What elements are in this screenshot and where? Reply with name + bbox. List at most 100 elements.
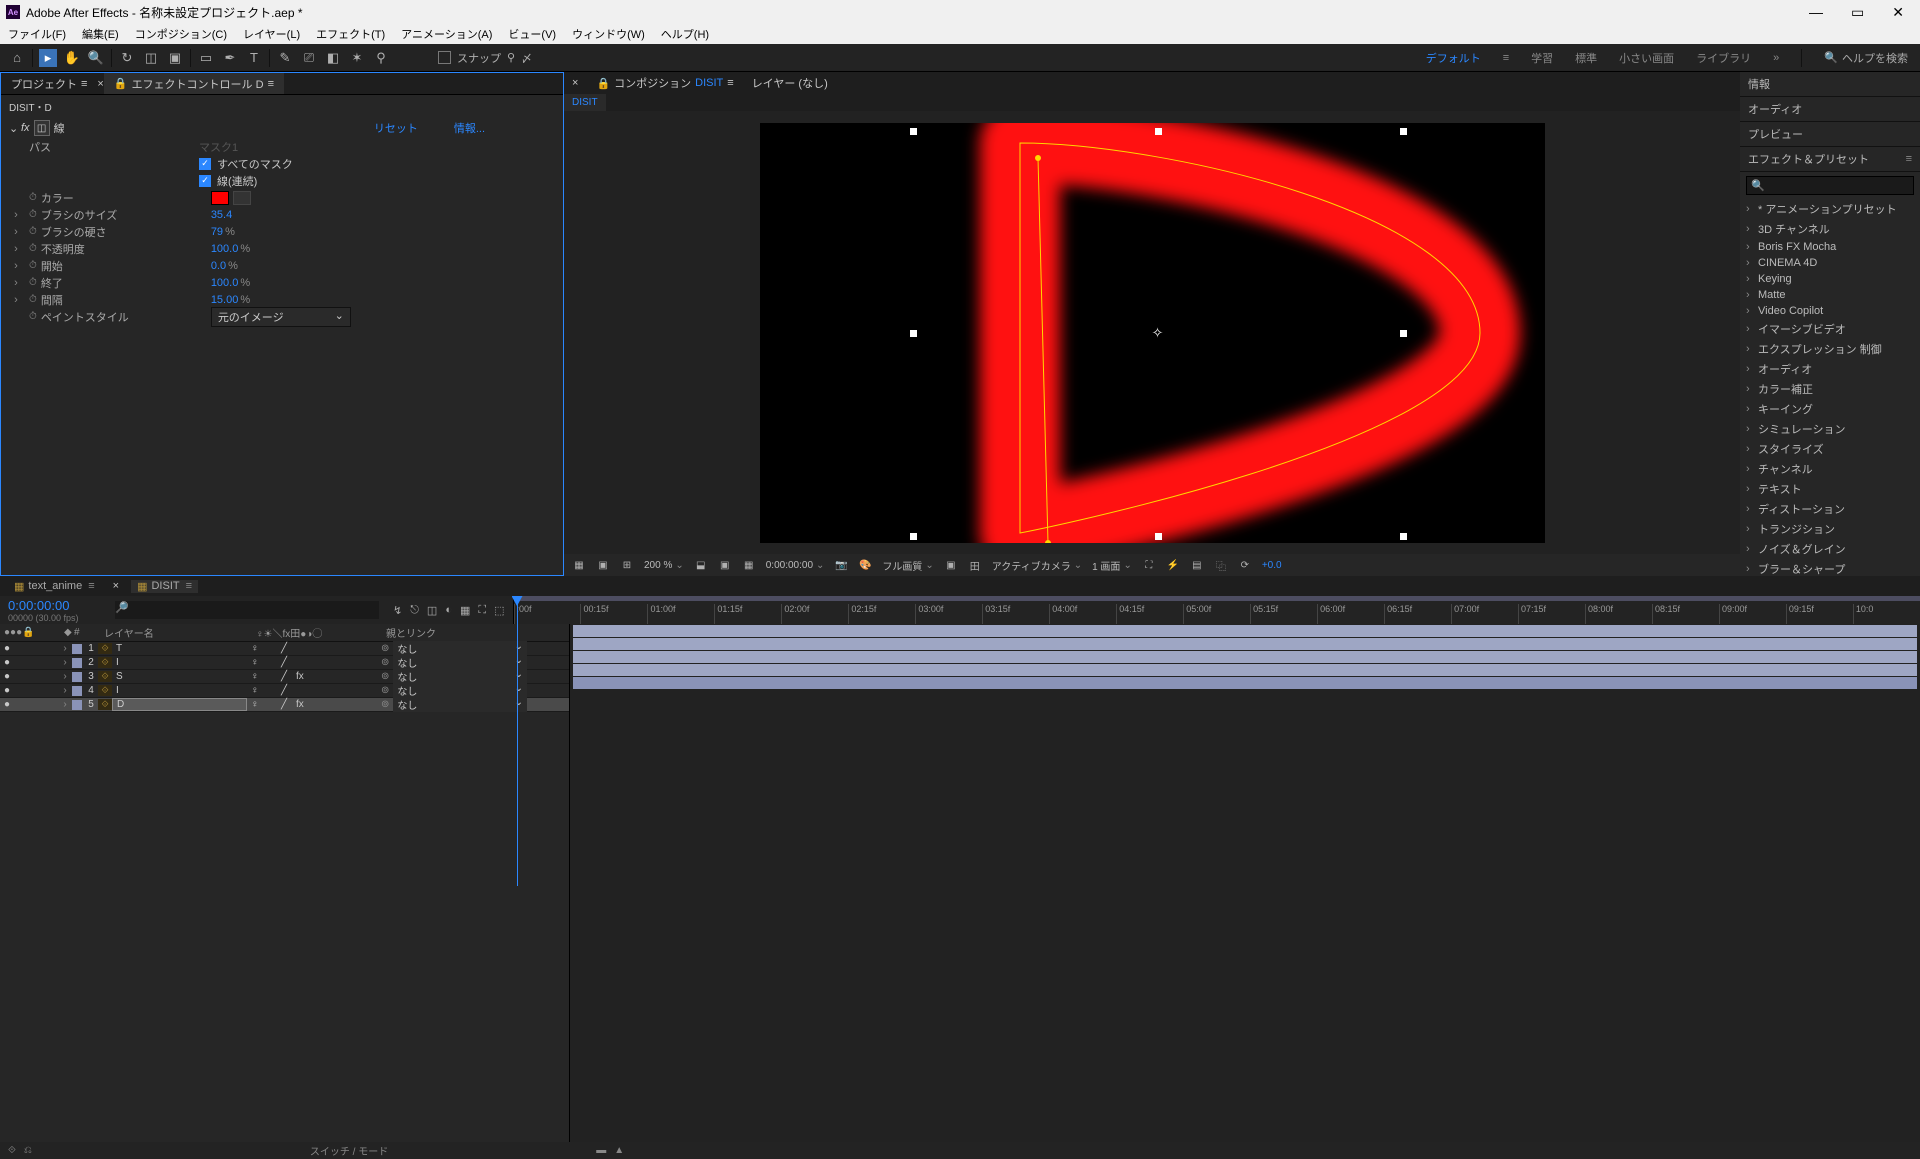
workspace-tab[interactable]: ライブラリ xyxy=(1696,50,1751,66)
layer-switches[interactable]: ♀╱ xyxy=(247,657,377,668)
visibility-toggle-icon[interactable]: ● xyxy=(0,657,14,668)
disclosure-icon[interactable]: › xyxy=(1746,241,1754,253)
disclosure-icon[interactable]: › xyxy=(1746,503,1754,515)
pickwhip-icon[interactable]: ⊚ xyxy=(381,699,389,710)
visibility-toggle-icon[interactable]: ● xyxy=(0,699,14,710)
snap-checkbox[interactable] xyxy=(438,51,451,64)
ruler-tick[interactable]: :00f xyxy=(514,604,581,624)
effects-category[interactable]: テキスト xyxy=(1758,481,1802,497)
transparency-icon[interactable]: ▦ xyxy=(742,560,756,571)
zoom-tool-icon[interactable]: 🔍 xyxy=(87,49,105,67)
prop-value[interactable]: 0.0 xyxy=(211,260,238,272)
mask-toggle-icon[interactable]: ▣ xyxy=(596,560,610,571)
hand-tool-icon[interactable]: ✋ xyxy=(63,49,81,67)
tab-effect-controls[interactable]: 🔒 エフェクトコントロール D≡ xyxy=(104,73,284,94)
menu-item[interactable]: エフェクト(T) xyxy=(312,26,389,42)
shy-icon[interactable]: ⎋ xyxy=(410,604,419,617)
layer-name[interactable]: I xyxy=(112,685,247,696)
stopwatch-icon[interactable]: ⏱ xyxy=(29,226,37,237)
clone-tool-icon[interactable]: ⎚ xyxy=(300,49,318,67)
pickwhip-icon[interactable]: ⊚ xyxy=(381,685,389,696)
flowchart-icon[interactable]: ⿻ xyxy=(1214,558,1228,573)
window-close-button[interactable]: ✕ xyxy=(1892,4,1904,21)
effects-category[interactable]: CINEMA 4D xyxy=(1758,257,1817,269)
effects-category[interactable]: エクスプレッション 制御 xyxy=(1758,341,1882,357)
disclosure-icon[interactable]: › xyxy=(1746,343,1754,355)
pan-camera-tool-icon[interactable]: ◫ xyxy=(142,49,160,67)
lock-icon[interactable]: 🔒 xyxy=(596,77,610,90)
disclosure-icon[interactable]: › xyxy=(11,260,21,272)
layer-switches[interactable]: ♀╱ xyxy=(247,643,377,654)
workspace-menu-icon[interactable]: ≡ xyxy=(1503,52,1509,64)
disclosure-icon[interactable]: › xyxy=(1746,403,1754,415)
rect-tool-icon[interactable]: ▭ xyxy=(197,49,215,67)
effects-category[interactable]: シミュレーション xyxy=(1758,421,1846,437)
disclosure-icon[interactable]: › xyxy=(1746,223,1754,235)
effects-presets-header[interactable]: エフェクト＆プリセット≡ xyxy=(1740,147,1920,172)
motion-blur-icon[interactable]: ◐ xyxy=(445,604,452,616)
anchor-point-icon[interactable]: ✧ xyxy=(1152,324,1164,341)
disclosure-icon[interactable]: › xyxy=(1746,203,1754,215)
effects-category[interactable]: 3D チャンネル xyxy=(1758,221,1830,237)
disclosure-icon[interactable]: › xyxy=(1746,463,1754,475)
window-minimize-button[interactable]: — xyxy=(1809,4,1823,21)
stopwatch-icon[interactable]: ⏱ xyxy=(29,192,37,203)
disclosure-icon[interactable]: › xyxy=(11,243,21,255)
info-link[interactable]: 情報... xyxy=(454,120,485,136)
3d-view-icon[interactable]: 田 xyxy=(968,558,982,573)
puppet-tool-icon[interactable]: ⚲ xyxy=(372,49,390,67)
view-layout-icon[interactable]: ▣ xyxy=(944,560,958,571)
fx-badge-icon[interactable]: fx xyxy=(21,122,30,134)
comp-breadcrumb[interactable]: DISIT xyxy=(564,94,606,111)
layer-duration-bar[interactable] xyxy=(573,638,1917,650)
sidebar-section[interactable]: オーディオ xyxy=(1740,97,1920,122)
prop-value[interactable]: 35.4 xyxy=(211,209,232,221)
home-icon[interactable]: ⌂ xyxy=(8,49,26,67)
timeline-icon[interactable]: ▤ xyxy=(1190,560,1204,571)
res-half-icon[interactable]: ⬓ xyxy=(694,560,708,571)
ruler-tick[interactable]: 04:15f xyxy=(1116,604,1183,624)
draft3d-icon[interactable]: ▦ xyxy=(460,604,470,617)
quality-dropdown[interactable]: フル画質 xyxy=(882,558,933,573)
label-color-swatch[interactable] xyxy=(72,644,82,654)
effects-category[interactable]: ディストーション xyxy=(1758,501,1845,517)
selection-tool-icon[interactable]: ▸ xyxy=(39,49,57,67)
layer-name[interactable]: S xyxy=(112,671,247,682)
disclosure-icon[interactable]: › xyxy=(11,209,21,221)
window-maximize-button[interactable]: ▭ xyxy=(1851,4,1864,21)
lock-icon[interactable]: 🔒 xyxy=(114,77,128,90)
paint-style-dropdown[interactable]: 元のイメージ xyxy=(211,307,351,327)
effects-category[interactable]: Matte xyxy=(1758,289,1786,301)
color-swatch[interactable] xyxy=(211,191,229,205)
ruler-tick[interactable]: 03:15f xyxy=(982,604,1049,624)
pen-tool-icon[interactable]: ✒ xyxy=(221,49,239,67)
toggle-switch-icon[interactable]: ⟐ xyxy=(8,1145,16,1156)
layer-name[interactable]: D xyxy=(112,698,247,711)
layer-name[interactable]: I xyxy=(112,657,247,668)
parent-dropdown[interactable]: なし xyxy=(393,669,527,684)
time-dropdown[interactable]: 0:00:00:00 xyxy=(766,560,825,571)
disclosure-icon[interactable]: › xyxy=(1746,305,1754,317)
expand-icon[interactable]: ⛶ xyxy=(478,604,486,617)
graph-editor-icon[interactable]: ↯ xyxy=(393,604,402,617)
label-color-swatch[interactable] xyxy=(72,686,82,696)
prop-value[interactable]: 100.0 xyxy=(211,277,250,289)
disclosure-icon[interactable]: › xyxy=(1746,273,1754,285)
disclosure-icon[interactable]: › xyxy=(60,657,70,668)
effects-category[interactable]: * アニメーションプリセット xyxy=(1758,201,1897,217)
panel-menu-icon[interactable]: ≡ xyxy=(727,77,733,89)
menu-item[interactable]: アニメーション(A) xyxy=(397,26,496,42)
label-color-swatch[interactable] xyxy=(72,700,82,710)
workspace-tab[interactable]: 標準 xyxy=(1575,50,1597,66)
pixel-aspect-icon[interactable]: ⛶ xyxy=(1142,560,1156,571)
ruler-tick[interactable]: 09:15f xyxy=(1786,604,1853,624)
stopwatch-icon[interactable]: ⏱ xyxy=(29,277,37,288)
layer-switches[interactable]: ♀╱ xyxy=(247,685,377,696)
frame-blend-icon[interactable]: ◫ xyxy=(427,604,437,617)
zoom-dropdown[interactable]: 200 % xyxy=(644,560,684,571)
effects-category[interactable]: ブラー＆シャープ xyxy=(1758,561,1845,577)
disclosure-icon[interactable]: › xyxy=(60,699,70,710)
tab-layer[interactable]: レイヤー (なし) xyxy=(752,75,828,91)
disclosure-icon[interactable]: › xyxy=(60,685,70,696)
prop-value[interactable]: 100.0 xyxy=(211,243,250,255)
